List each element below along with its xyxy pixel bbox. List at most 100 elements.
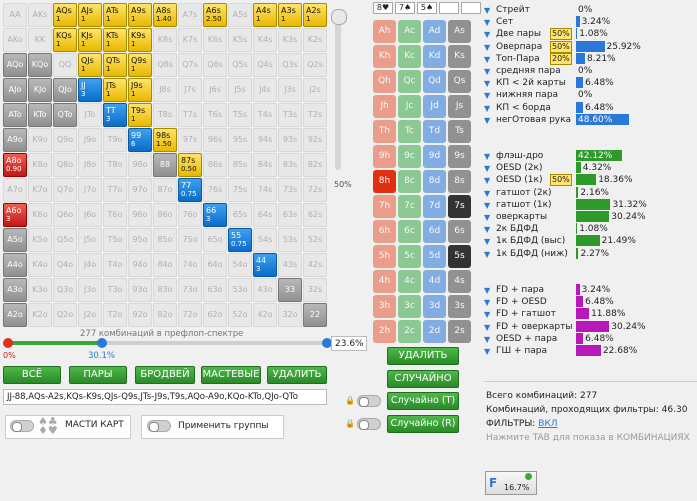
hand-cell[interactable]: JJ 3 [78, 78, 102, 102]
hand-cell[interactable]: J4s [253, 78, 277, 102]
hand-cell[interactable]: J6o [78, 203, 102, 227]
board-picker-card[interactable]: 3h [373, 295, 396, 318]
filter-icon[interactable]: ▼ [484, 224, 492, 234]
hand-cell[interactable]: QTo [53, 103, 77, 127]
hand-cell[interactable]: Q4s [253, 53, 277, 77]
hand-cell[interactable]: 97o [128, 178, 152, 202]
board-picker-card[interactable]: 2d [423, 320, 446, 343]
filter-icon[interactable]: ▼ [484, 29, 492, 39]
hand-cell[interactable]: AJo [3, 78, 27, 102]
hand-cell[interactable]: Q5o [53, 228, 77, 252]
random-board-button[interactable]: СЛУЧАЙНО [387, 370, 459, 388]
board-picker-card[interactable]: Th [373, 120, 396, 143]
stat-row[interactable]: ▼ Оверпара 50% 25.92% [484, 40, 694, 53]
spectrum-start-handle[interactable] [3, 338, 13, 348]
hand-cell[interactable]: T6o [103, 203, 127, 227]
board-picker-card[interactable]: Ks [448, 45, 471, 68]
hand-cell[interactable]: KJs 1 [78, 28, 102, 52]
board-picker-card[interactable]: 7c [398, 195, 421, 218]
hand-cell[interactable]: 76o [178, 203, 202, 227]
hand-cell[interactable]: A7o [3, 178, 27, 202]
hand-cell[interactable]: 76s [203, 178, 227, 202]
hand-cell[interactable]: 93o [128, 278, 152, 302]
board-picker-card[interactable]: Qd [423, 70, 446, 93]
hand-cell[interactable]: Q7s [178, 53, 202, 77]
board-picker-card[interactable]: 8s [448, 170, 471, 193]
hand-cell[interactable]: J3s [278, 78, 302, 102]
hand-cell[interactable]: QJo [53, 78, 77, 102]
filter-icon[interactable]: ▼ [484, 309, 492, 319]
board-picker-card[interactable]: 5c [398, 245, 421, 268]
hand-cell[interactable]: T8o [103, 153, 127, 177]
hand-cell[interactable]: T5s [228, 103, 252, 127]
hand-cell[interactable]: 73s [278, 178, 302, 202]
hand-cell[interactable]: J8o [78, 153, 102, 177]
hand-cell[interactable]: A5s [228, 3, 252, 27]
hand-cell[interactable]: Q6s [203, 53, 227, 77]
board-picker-card[interactable]: 5s [448, 245, 471, 268]
filter-icon[interactable]: ▼ [484, 42, 492, 52]
hand-cell[interactable]: Q6o [53, 203, 77, 227]
board-picker-card[interactable]: 9d [423, 145, 446, 168]
hand-cell[interactable]: J5s [228, 78, 252, 102]
hand-cell[interactable]: 74o [178, 253, 202, 277]
hand-cell[interactable]: 65s [228, 203, 252, 227]
board-picker-card[interactable]: Qs [448, 70, 471, 93]
board-picker-card[interactable]: Ah [373, 20, 396, 43]
filter-icon[interactable]: ▼ [484, 151, 492, 161]
hand-cell[interactable]: QTs 1 [103, 53, 127, 77]
hand-cell[interactable]: 42s [303, 253, 327, 277]
stat-row[interactable]: ▼ негОтовая рука 48.60% [484, 113, 694, 126]
hand-cell[interactable]: Q3o [53, 278, 77, 302]
hand-cell[interactable]: 43o [253, 278, 277, 302]
hand-cell[interactable]: 64o [203, 253, 227, 277]
random-r-button[interactable]: Случайно (R) [387, 415, 459, 433]
hand-cell[interactable]: K6o [28, 203, 52, 227]
board-picker-card[interactable]: 4d [423, 270, 446, 293]
hand-cell[interactable]: 94o [128, 253, 152, 277]
filter-icon[interactable]: ▼ [484, 212, 492, 222]
board-picker-card[interactable]: 7s [448, 195, 471, 218]
board-picker-card[interactable]: 5h [373, 245, 396, 268]
board-picker-card[interactable]: As [448, 20, 471, 43]
hand-cell[interactable]: J9s 1 [128, 78, 152, 102]
hand-cell[interactable]: T3o [103, 278, 127, 302]
board-picker-card[interactable]: 9h [373, 145, 396, 168]
hand-cell[interactable]: Q3s [278, 53, 302, 77]
hand-cell[interactable]: 98s 1.50 [153, 128, 177, 152]
stat-row[interactable]: ▼ нижняя пара 0% [484, 89, 694, 101]
hand-cell[interactable]: KQs 1 [53, 28, 77, 52]
filter-icon[interactable]: ▼ [484, 200, 492, 210]
hand-cell[interactable]: 84o [153, 253, 177, 277]
filter-icon[interactable]: ▼ [484, 115, 492, 125]
hand-cell[interactable]: KQo [28, 53, 52, 77]
hand-cell[interactable]: 64s [253, 203, 277, 227]
hand-cell[interactable]: K7s [178, 28, 202, 52]
filters-state-link[interactable]: ВКЛ [538, 419, 557, 429]
hand-cell[interactable]: TT 3 [103, 103, 127, 127]
hand-cell[interactable]: AKs [28, 3, 52, 27]
hand-cell[interactable]: JTs 1 [103, 78, 127, 102]
hand-cell[interactable]: 74s [253, 178, 277, 202]
hand-cell[interactable]: 95o [128, 228, 152, 252]
filter-icon[interactable]: ▼ [484, 297, 492, 307]
hand-cell[interactable]: 33 [278, 278, 302, 302]
hand-cell[interactable]: 73o [178, 278, 202, 302]
pairs-button[interactable]: ПАРЫ [69, 366, 127, 384]
hand-cell[interactable]: 54o [228, 253, 252, 277]
hand-cell[interactable]: T9s 1 [128, 103, 152, 127]
hand-cell[interactable]: T4o [103, 253, 127, 277]
hand-cell[interactable]: 75o [178, 228, 202, 252]
weight-slider-track[interactable] [335, 10, 341, 170]
filter-icon[interactable]: ▼ [484, 236, 492, 246]
filter-button[interactable]: F 16.7% [485, 471, 537, 495]
board-picker-card[interactable]: 2s [448, 320, 471, 343]
hand-cell[interactable]: 86o [153, 203, 177, 227]
stat-row[interactable]: ▼ средняя пара 0% [484, 65, 694, 77]
board-picker-card[interactable]: 2h [373, 320, 396, 343]
hand-cell[interactable]: 53o [228, 278, 252, 302]
hand-cell[interactable]: AQo [3, 53, 27, 77]
board-picker-card[interactable]: 3c [398, 295, 421, 318]
hand-cell[interactable]: A9o [3, 128, 27, 152]
filter-icon[interactable]: ▼ [484, 103, 492, 113]
